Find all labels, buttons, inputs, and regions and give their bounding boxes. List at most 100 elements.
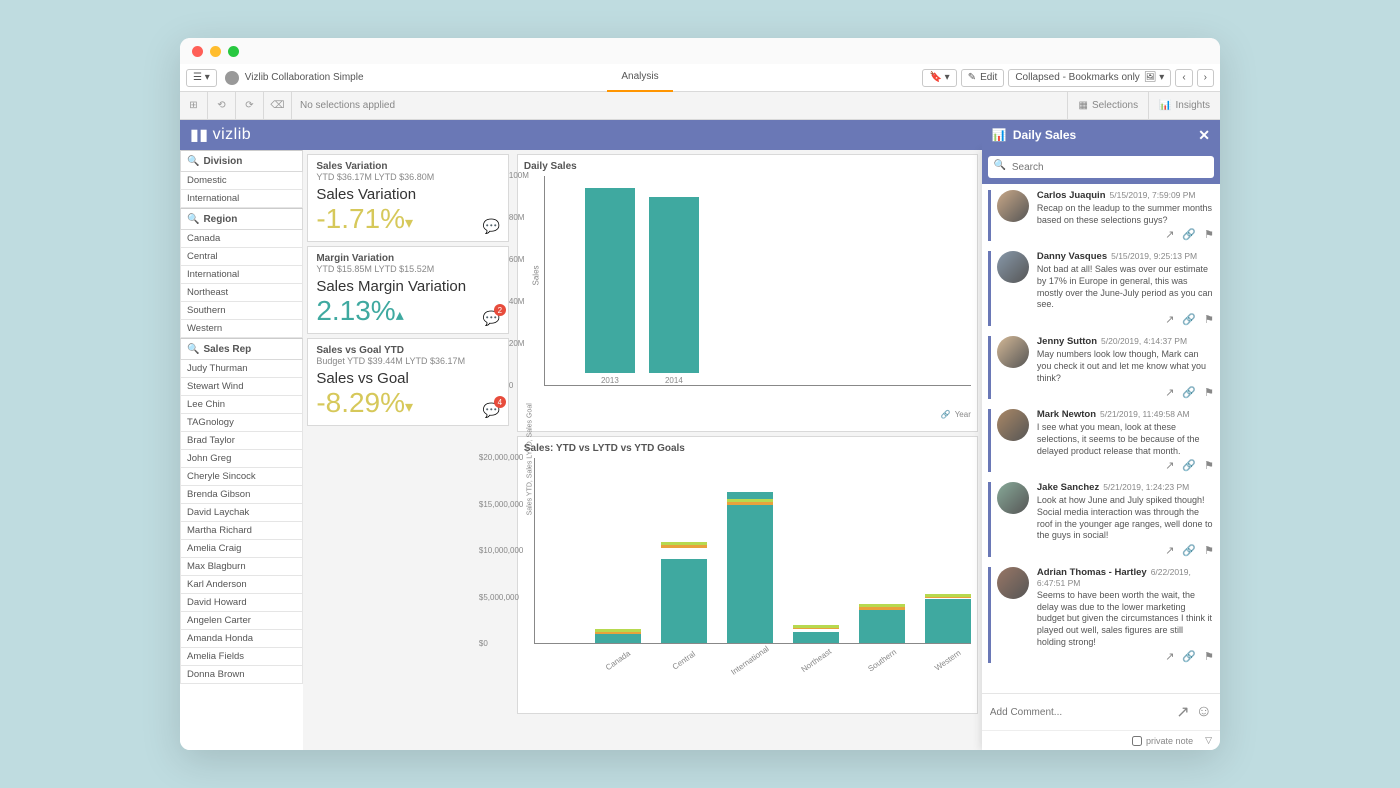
comment-icon[interactable]: 💬 [482,218,499,235]
flag-icon[interactable]: ⚑ [1204,386,1214,399]
comment[interactable]: Mark Newton5/21/2019, 11:49:58 AMI see w… [988,409,1214,472]
clear-selections-icon[interactable]: ⌫ [264,92,292,119]
share-icon[interactable]: ↗ [1165,650,1174,663]
filter-item[interactable]: Canada [180,230,303,248]
filter-item[interactable]: Amanda Honda [180,630,303,648]
kpi-label: Sales vs Goal [316,370,500,387]
flag-icon[interactable]: ⚑ [1204,228,1214,241]
flag-icon[interactable]: ⚑ [1204,544,1214,557]
bar[interactable] [661,559,707,643]
filter-item[interactable]: Brad Taylor [180,432,303,450]
kpi-sales-vs-goal[interactable]: Sales vs Goal YTD Budget YTD $39.44M LYT… [307,338,509,426]
minimize-dot[interactable] [210,46,221,57]
ytd-chart[interactable]: Sales: YTD vs LYTD vs YTD Goals Sales YT… [517,436,978,714]
comment[interactable]: Jake Sanchez5/21/2019, 1:24:23 PMLook at… [988,482,1214,557]
link-icon[interactable]: 🔗 [1182,386,1196,399]
filter-item[interactable]: Western [180,320,303,338]
bar[interactable] [859,608,905,643]
kpi-sales-variation[interactable]: Sales Variation YTD $36.17M LYTD $36.80M… [307,154,509,242]
comment-icon[interactable]: 💬2 [482,310,499,327]
comment[interactable]: Carlos Juaquin5/15/2019, 7:59:09 PMRecap… [988,190,1214,241]
link-icon[interactable]: 🔗 [1182,313,1196,326]
maximize-dot[interactable] [228,46,239,57]
menu-button[interactable]: ☰ ▾ [186,69,217,87]
filter-item[interactable]: Amelia Craig [180,540,303,558]
close-icon[interactable]: ✕ [1198,127,1210,144]
filter-header-region[interactable]: 🔍 Region [180,208,303,230]
comments-search-input[interactable] [988,156,1214,178]
filter-item[interactable]: Angelen Carter [180,612,303,630]
bar-label: 2013 [601,376,619,385]
filter-item[interactable]: David Laychak [180,504,303,522]
step-back-icon[interactable]: ⟲ [208,92,236,119]
bar[interactable] [925,599,971,643]
bookmark-button[interactable]: 🔖 ▾ [922,69,956,87]
share-icon[interactable]: ↗ [1165,544,1174,557]
filter-header-salesrep[interactable]: 🔍 Sales Rep [180,338,303,360]
edit-button[interactable]: ✎ Edit [961,69,1005,87]
comment-icon[interactable]: 💬4 [482,402,499,419]
comment[interactable]: Danny Vasques5/15/2019, 9:25:13 PMNot ba… [988,251,1214,326]
filter-item[interactable]: TAGnology [180,414,303,432]
flag-icon[interactable]: ⚑ [1204,459,1214,472]
bar-label: Canada [604,649,632,672]
share-icon[interactable]: ↗ [1176,702,1189,722]
step-forward-icon[interactable]: ⟳ [236,92,264,119]
flag-icon[interactable]: ⚑ [1204,313,1214,326]
filter-item[interactable]: Amelia Fields [180,648,303,666]
link-icon[interactable]: 🔗 [1182,544,1196,557]
filter-item[interactable]: Max Blagburn [180,558,303,576]
filter-item[interactable]: International [180,190,303,208]
filter-item[interactable]: Cheryle Sincock [180,468,303,486]
share-icon[interactable]: ↗ [1165,459,1174,472]
kpi-subtitle: YTD $15.85M LYTD $15.52M [316,264,500,274]
daily-sales-chart[interactable]: Daily Sales Sales 020M40M60M80M100M20132… [517,154,978,432]
share-icon[interactable]: ↗ [1165,313,1174,326]
share-icon[interactable]: ↗ [1165,228,1174,241]
filter-header-division[interactable]: 🔍 Division [180,150,303,172]
prev-sheet-button[interactable]: ‹ [1175,69,1192,87]
filter-icon[interactable]: ▽ [1205,735,1212,746]
filter-item[interactable]: Martha Richard [180,522,303,540]
bar[interactable] [793,632,839,643]
link-icon[interactable]: 🔗 [1182,650,1196,663]
bar[interactable] [595,633,641,643]
bar[interactable] [649,197,699,373]
bar[interactable] [585,188,635,373]
link-icon[interactable]: 🔗 [1182,228,1196,241]
filter-item[interactable]: Northeast [180,284,303,302]
tab-analysis[interactable]: Analysis [607,64,672,92]
region-label: Region [203,214,237,225]
kpi-margin-variation[interactable]: Margin Variation YTD $15.85M LYTD $15.52… [307,246,509,334]
filter-item[interactable]: Domestic [180,172,303,190]
comment[interactable]: Adrian Thomas - Hartley6/22/2019, 6:47:5… [988,567,1214,663]
private-note-checkbox[interactable] [1132,736,1142,746]
bar-label: Southern [866,648,898,674]
bookmarks-mode[interactable]: Collapsed - Bookmarks only 🖼 ▾ [1008,69,1171,87]
filter-item[interactable]: Central [180,248,303,266]
comment[interactable]: Jenny Sutton5/20/2019, 4:14:37 PMMay num… [988,336,1214,399]
close-dot[interactable] [192,46,203,57]
smart-search-icon[interactable]: ⊞ [180,92,208,119]
insights-button[interactable]: 📊 Insights [1148,92,1220,119]
comments-list[interactable]: Carlos Juaquin5/15/2019, 7:59:09 PMRecap… [982,184,1220,693]
flag-icon[interactable]: ⚑ [1204,650,1214,663]
filter-item[interactable]: Karl Anderson [180,576,303,594]
next-sheet-button[interactable]: › [1197,69,1214,87]
link-icon[interactable]: 🔗 [1182,459,1196,472]
selections-panel-button[interactable]: ▦ Selections [1067,92,1148,119]
comments-title: Daily Sales [1013,128,1076,142]
share-icon[interactable]: ↗ [1165,386,1174,399]
emoji-icon[interactable]: ☺ [1196,703,1212,721]
bar[interactable] [727,492,773,643]
filter-item[interactable]: Donna Brown [180,666,303,684]
filter-item[interactable]: Brenda Gibson [180,486,303,504]
filter-item[interactable]: Lee Chin [180,396,303,414]
filter-item[interactable]: International [180,266,303,284]
filter-item[interactable]: David Howard [180,594,303,612]
add-comment-input[interactable] [990,707,1170,718]
filter-item[interactable]: Southern [180,302,303,320]
filter-item[interactable]: Stewart Wind [180,378,303,396]
filter-item[interactable]: Judy Thurman [180,360,303,378]
filter-item[interactable]: John Greg [180,450,303,468]
